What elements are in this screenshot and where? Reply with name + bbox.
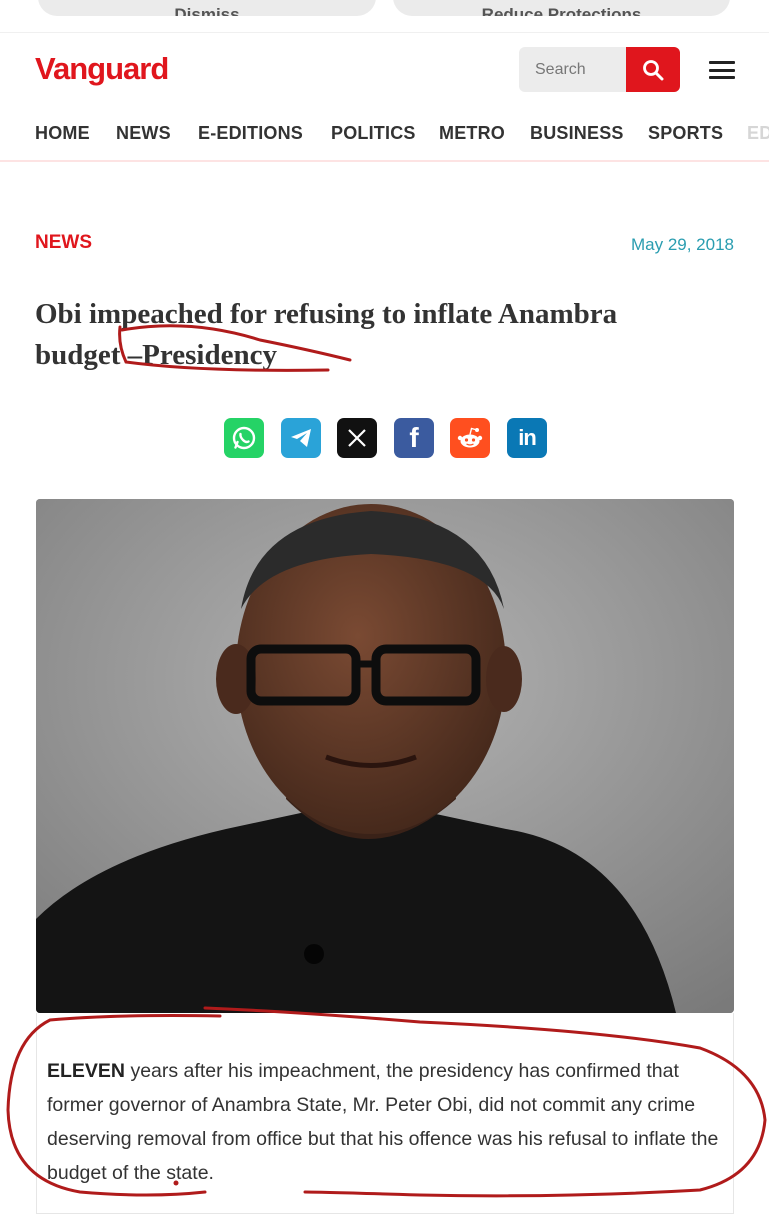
article-category[interactable]: NEWS <box>35 232 92 254</box>
main-nav: HOME NEWS E-EDITIONS POLITICS METRO BUSI… <box>0 104 769 162</box>
whatsapp-icon[interactable] <box>224 418 264 458</box>
article-date: May 29, 2018 <box>630 235 734 254</box>
nav-metro[interactable]: METRO <box>439 123 505 144</box>
search-input[interactable] <box>519 47 643 92</box>
x-icon[interactable] <box>337 418 377 458</box>
nav-e-editions[interactable]: E-EDITIONS <box>198 123 303 144</box>
nav-politics[interactable]: POLITICS <box>331 123 416 144</box>
intro-text: years after his impeachment, the preside… <box>47 1060 719 1184</box>
search-icon <box>643 59 664 80</box>
nav-news[interactable]: NEWS <box>116 123 171 144</box>
nav-business[interactable]: BUSINESS <box>530 123 624 144</box>
portrait-image <box>36 499 734 1013</box>
reduce-protections-button[interactable]: Reduce Protections <box>393 0 730 16</box>
facebook-icon[interactable]: f <box>394 418 434 458</box>
site-header: Vanguard <box>0 32 769 105</box>
telegram-icon[interactable] <box>281 418 321 458</box>
reddit-icon[interactable] <box>450 418 490 458</box>
top-action-bar: Dismiss Reduce Protections <box>0 0 769 22</box>
linkedin-icon[interactable]: in <box>507 418 547 458</box>
search-box <box>519 47 680 92</box>
vanguard-logo[interactable]: Vanguard <box>35 51 169 87</box>
article-intro: ELEVEN years after his impeachment, the … <box>47 1054 727 1190</box>
nav-editorial[interactable]: ED <box>747 123 769 144</box>
dismiss-button[interactable]: Dismiss <box>38 0 376 16</box>
article-photo <box>36 499 734 1013</box>
nav-sports[interactable]: SPORTS <box>648 123 723 144</box>
menu-icon[interactable] <box>709 61 735 79</box>
nav-home[interactable]: HOME <box>35 123 90 144</box>
intro-lead: ELEVEN <box>47 1060 126 1082</box>
article-headline: Obi impeached for refusing to inflate An… <box>35 298 618 371</box>
search-button[interactable] <box>626 47 680 92</box>
